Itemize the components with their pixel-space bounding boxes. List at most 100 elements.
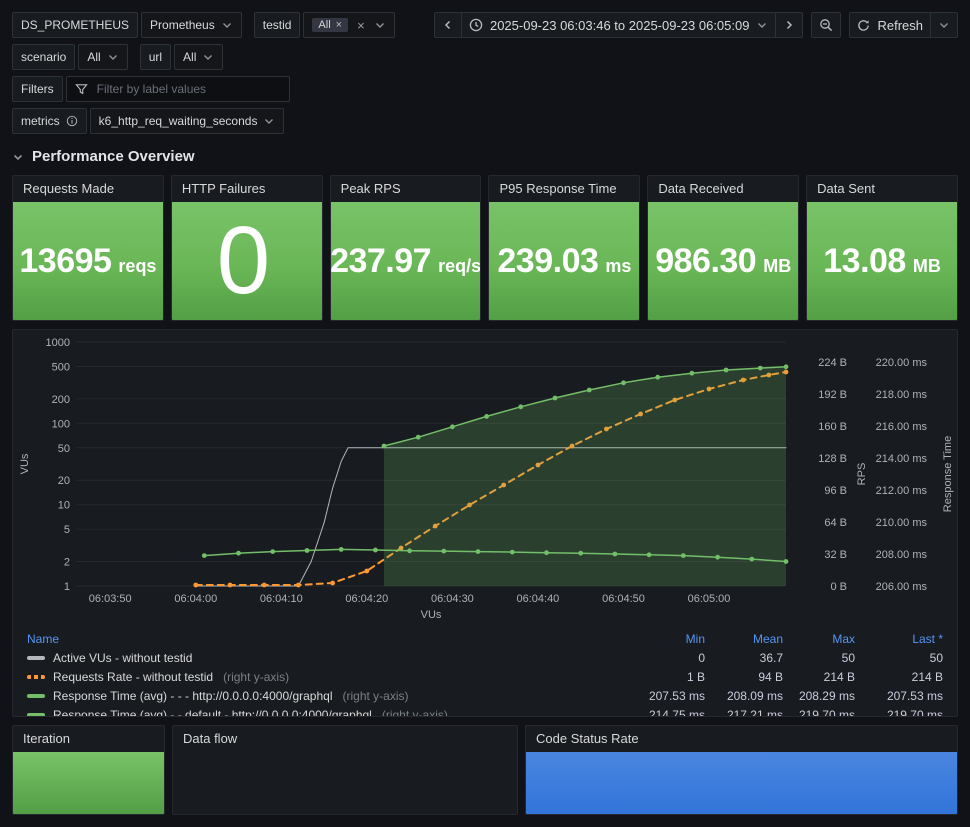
panel-title[interactable]: HTTP Failures <box>172 176 322 202</box>
legend-row[interactable]: Response Time (avg) - - default - http:/… <box>27 705 943 717</box>
svg-text:214.00 ms: 214.00 ms <box>876 453 928 465</box>
panel-data-flow: Data flow <box>172 725 518 815</box>
chevron-down-icon <box>374 19 386 31</box>
stat-value-area: 13.08 MB <box>807 202 957 320</box>
legend-header-max[interactable]: Max <box>783 632 855 646</box>
series-name[interactable]: Active VUs - without testid <box>27 651 615 665</box>
legend-header: Name Min Mean Max Last * <box>27 629 943 648</box>
svg-text:500: 500 <box>52 362 70 374</box>
funnel-icon <box>74 83 88 96</box>
clear-selection-icon[interactable]: × <box>357 19 365 32</box>
stat-value: 986.30 <box>655 241 757 280</box>
data-flow-body <box>173 752 517 814</box>
filters-input[interactable] <box>94 81 281 97</box>
legend-header-name[interactable]: Name <box>27 632 615 646</box>
series-name[interactable]: Response Time (avg) - - - http://0.0.0.0… <box>27 689 615 703</box>
section-performance-overview[interactable]: Performance Overview <box>12 148 195 165</box>
series-max: 214 B <box>823 669 855 684</box>
url-picker[interactable]: All <box>174 44 224 70</box>
svg-text:50: 50 <box>58 443 70 455</box>
chevron-down-icon <box>202 51 214 63</box>
legend-row[interactable]: Response Time (avg) - - - http://0.0.0.0… <box>27 686 943 705</box>
legend-header-mean[interactable]: Mean <box>705 632 783 646</box>
filters-label-text: Filters <box>21 82 54 96</box>
datasource-picker[interactable]: Prometheus <box>141 12 242 38</box>
svg-text:64 B: 64 B <box>824 517 847 529</box>
svg-text:0 B: 0 B <box>830 581 847 593</box>
topbar-row-4: metrics k6_http_req_waiting_seconds <box>12 108 958 134</box>
timeseries-chart[interactable]: 1 2 5 10 20 50 100 200 500 1000 0 B 32 B 64 B 96 B 128… <box>13 334 957 627</box>
series-marker <box>27 693 45 698</box>
series-name[interactable]: Response Time (avg) - - default - http:/… <box>27 708 615 716</box>
series-min: 214.75 ms <box>648 707 705 717</box>
series-name[interactable]: Requests Rate - without testid (right y-… <box>27 670 615 684</box>
series-min: 0 <box>698 650 705 665</box>
svg-text:200: 200 <box>52 394 70 406</box>
svg-text:06:05:00: 06:05:00 <box>688 593 731 605</box>
legend-row[interactable]: Active VUs - without testid 0 36.7 50 50 <box>27 648 943 667</box>
series-last: 207.53 ms <box>886 688 943 703</box>
remove-tag-icon[interactable]: × <box>336 19 342 31</box>
panel-title[interactable]: Code Status Rate <box>526 726 957 752</box>
panel-title[interactable]: Requests Made <box>13 176 163 202</box>
stat-panel-requests-made: Requests Made 13695 reqs <box>12 175 164 321</box>
svg-text:224 B: 224 B <box>818 357 847 369</box>
time-shift-back-button[interactable] <box>433 12 462 38</box>
scenario-label-text: scenario <box>21 50 67 64</box>
svg-text:06:04:00: 06:04:00 <box>174 593 217 605</box>
topbar-row-2: scenario All url All <box>12 44 958 70</box>
iteration-stat-body <box>13 752 164 814</box>
clock-icon <box>469 18 483 32</box>
panel-title[interactable]: P95 Response Time <box>489 176 639 202</box>
chevron-down-icon <box>756 19 768 31</box>
svg-text:RPS: RPS <box>856 463 868 486</box>
svg-text:06:04:40: 06:04:40 <box>516 593 559 605</box>
legend-header-last[interactable]: Last * <box>855 632 943 646</box>
panel-title[interactable]: Iteration <box>13 726 164 752</box>
refresh-button[interactable]: Refresh <box>849 12 931 38</box>
info-icon <box>66 115 78 127</box>
panel-title[interactable]: Data Received <box>648 176 798 202</box>
chart-legend: Name Min Mean Max Last * Active VUs - wi… <box>13 629 957 717</box>
legend-row[interactable]: Requests Rate - without testid (right y-… <box>27 667 943 686</box>
filters-field[interactable] <box>65 76 290 102</box>
series-min: 1 B <box>686 669 705 684</box>
svg-text:192 B: 192 B <box>818 389 847 401</box>
series-last: 50 <box>929 650 943 665</box>
stat-unit: reqs <box>118 255 157 276</box>
testid-picker[interactable]: All × × <box>303 12 395 38</box>
panel-title[interactable]: Peak RPS <box>331 176 481 202</box>
zoom-out-button[interactable] <box>811 12 842 38</box>
scenario-label: scenario <box>12 44 76 70</box>
testid-tag[interactable]: All × <box>312 18 349 32</box>
svg-text:128 B: 128 B <box>818 453 847 465</box>
svg-text:206.00 ms: 206.00 ms <box>876 581 928 593</box>
panel-title[interactable]: Data flow <box>173 726 517 752</box>
stat-unit: MB <box>912 255 941 276</box>
stat-value-area: 13695 reqs <box>13 202 163 320</box>
panel-title[interactable]: Data Sent <box>807 176 957 202</box>
bottom-panels-row: Iteration Data flow Code Status Rate <box>12 725 958 815</box>
scenario-variable: scenario All <box>12 44 128 70</box>
chevron-down-icon <box>12 151 24 163</box>
refresh-icon <box>857 19 870 32</box>
refresh-interval-dropdown[interactable] <box>930 12 958 38</box>
testid-tag-text: All <box>318 19 331 31</box>
metrics-label-text: metrics <box>21 114 60 128</box>
scenario-picker[interactable]: All <box>78 44 128 70</box>
testid-variable: testid All × × <box>253 12 395 38</box>
svg-text:2: 2 <box>64 557 70 569</box>
stat-value: 0 <box>216 207 270 314</box>
stat-value: 237.97 <box>330 241 432 280</box>
series-max: 219.70 ms <box>798 707 855 717</box>
stat-unit: ms <box>605 255 632 276</box>
legend-header-min[interactable]: Min <box>615 632 705 646</box>
series-axis-note: (right y-axis) <box>223 669 290 684</box>
time-shift-forward-button[interactable] <box>775 12 804 38</box>
metrics-picker[interactable]: k6_http_req_waiting_seconds <box>89 108 285 134</box>
series-mean: 217.21 ms <box>726 707 783 717</box>
time-range-picker[interactable]: 2025-09-23 06:03:46 to 2025-09-23 06:05:… <box>460 12 777 38</box>
panel-iteration: Iteration <box>12 725 165 815</box>
chevron-left-icon <box>442 19 454 31</box>
svg-text:208.00 ms: 208.00 ms <box>876 549 928 561</box>
